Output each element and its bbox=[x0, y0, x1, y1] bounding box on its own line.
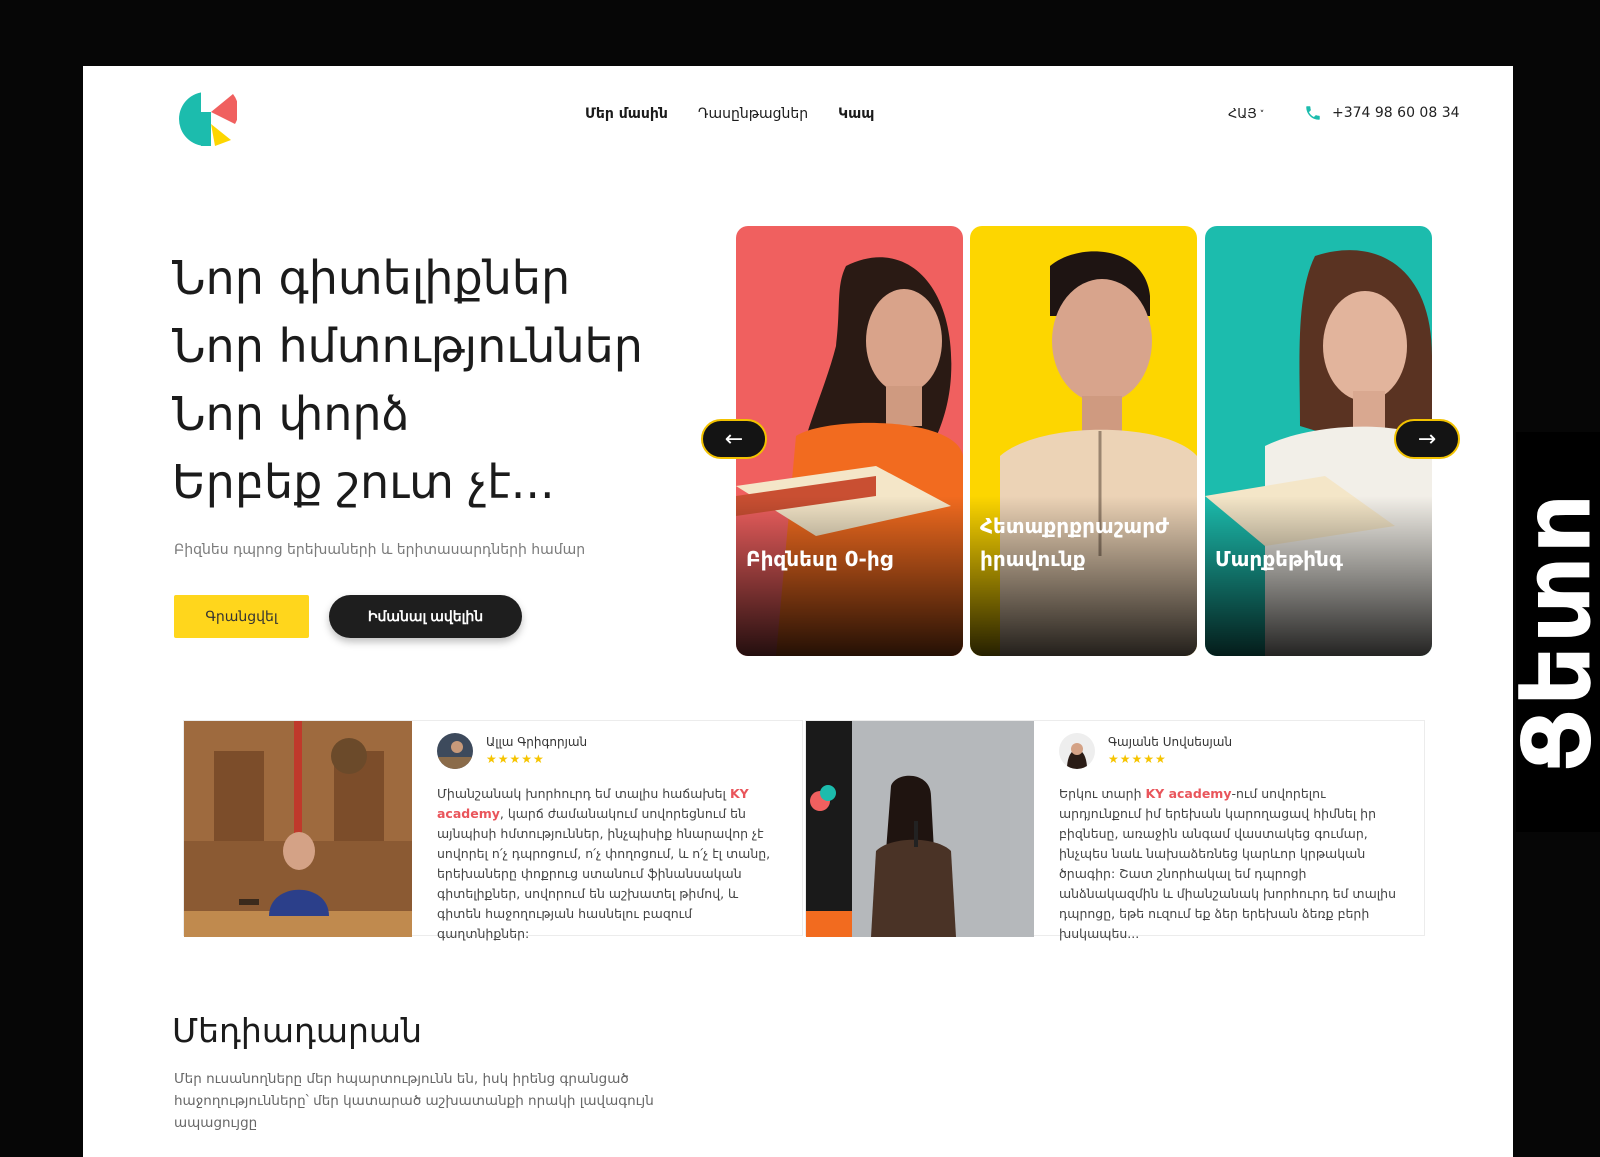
hero-subtitle: Բիզնես դպրոց երեխաների և երիտասարդների հ… bbox=[174, 542, 586, 558]
arrow-left-icon: ← bbox=[724, 426, 744, 452]
carousel-next-button[interactable]: → bbox=[1394, 419, 1460, 459]
course-card-business[interactable]: Բիզնեսը 0-ից bbox=[736, 226, 963, 656]
hero-line: Նոր գիտելիքներ bbox=[172, 251, 571, 305]
review-text-end: -ում սովորելու արդյունքում իմ երեխան կար… bbox=[1059, 786, 1396, 941]
review-brand-highlight: KY academy bbox=[1145, 786, 1232, 801]
register-button[interactable]: Գրանցվել bbox=[174, 595, 309, 638]
review-text-start: Միանշանակ խորհուրդ եմ տալիս հաճախել bbox=[437, 786, 730, 801]
phone-contact[interactable]: +374 98 60 08 34 bbox=[1304, 104, 1460, 122]
card-shade bbox=[736, 496, 963, 656]
review-card: Գայանե Սովսեսյան ★★★★★ Երկու տարի KY aca… bbox=[805, 720, 1425, 941]
reviewer-name: Գայանե Սովսեսյան bbox=[1108, 735, 1233, 749]
media-section-title: Մեդիադարան bbox=[172, 1011, 422, 1050]
carousel-prev-button[interactable]: ← bbox=[701, 419, 767, 459]
review-photo-speaker bbox=[806, 721, 1034, 937]
hero-line: Նոր փորձ bbox=[172, 387, 410, 441]
arrow-right-icon: → bbox=[1417, 426, 1437, 452]
hero-line: Երբեք շուտ չէ... bbox=[172, 455, 555, 509]
course-card-label: Բիզնեսը 0-ից bbox=[746, 547, 893, 571]
phone-number: +374 98 60 08 34 bbox=[1332, 105, 1460, 121]
chevron-down-icon: ˅ bbox=[1259, 109, 1265, 120]
reviewer-avatar bbox=[1059, 733, 1095, 769]
language-label: ՀԱՅ bbox=[1228, 107, 1257, 122]
reviewer-avatar bbox=[437, 733, 473, 769]
reviewer-name: Ալլա Գրիգորյան bbox=[486, 735, 588, 749]
course-card-label: Մարքեթինգ bbox=[1215, 547, 1343, 571]
review-text: Միանշանակ խորհուրդ եմ տալիս հաճախել KY a… bbox=[437, 784, 782, 944]
course-card-label: Հետաքրքրաշարժ իրավունք bbox=[980, 514, 1170, 571]
nav-contact[interactable]: Կապ bbox=[838, 106, 874, 122]
nav-about[interactable]: Մեր մասին bbox=[585, 106, 668, 122]
review-text: Երկու տարի KY academy-ում սովորելու արդյ… bbox=[1059, 784, 1404, 944]
card-shade bbox=[1205, 496, 1432, 656]
phone-icon bbox=[1306, 106, 1320, 120]
hero-line: Նոր հմտություններ bbox=[172, 319, 643, 373]
course-card-law[interactable]: Հետաքրքրաշարժ իրավունք bbox=[970, 226, 1197, 656]
learn-more-button[interactable]: Իմանալ ավելին bbox=[329, 595, 522, 638]
nav-courses[interactable]: Դասընթացներ bbox=[698, 106, 808, 122]
rating-stars: ★★★★★ bbox=[1108, 752, 1167, 766]
review-text-start: Երկու տարի bbox=[1059, 786, 1146, 801]
language-select[interactable]: ՀԱՅ ˅ bbox=[1228, 107, 1264, 122]
ky-logo-icon[interactable] bbox=[175, 88, 237, 150]
review-card: Ալլա Գրիգորյան ★★★★★ Միանշանակ խորհուրդ … bbox=[183, 720, 803, 941]
hero-title: Նոր գիտելիքներ Նոր հմտություններ Նոր փոր… bbox=[172, 244, 712, 516]
side-tab[interactable]: Ցետո bbox=[1504, 432, 1600, 832]
review-photo-courtroom bbox=[184, 721, 412, 937]
media-section-text: Մեր ուսանողները մեր հպարտությունն են, իս… bbox=[174, 1071, 654, 1131]
side-tab-label: Ցետո bbox=[1503, 490, 1600, 774]
main-nav: Մեր մասին Դասընթացներ Կապ bbox=[585, 106, 874, 122]
review-text-end: , կարճ ժամանակում սովորեցնում են այնպիսի… bbox=[437, 806, 771, 941]
rating-stars: ★★★★★ bbox=[486, 752, 545, 766]
browser-frame: Մեր մասին Դասընթացներ Կապ ՀԱՅ ˅ +374 98 … bbox=[83, 66, 1513, 1157]
